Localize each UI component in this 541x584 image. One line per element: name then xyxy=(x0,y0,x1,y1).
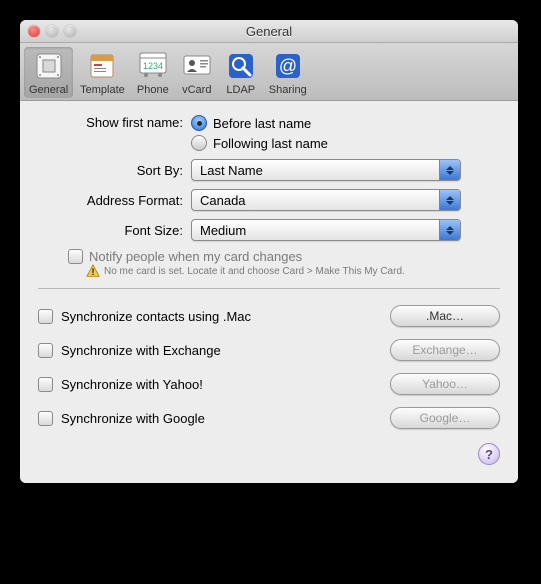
font-size-select[interactable]: Medium xyxy=(191,219,461,241)
sharing-icon: @ xyxy=(272,50,304,82)
general-icon xyxy=(33,50,65,82)
divider xyxy=(38,288,500,289)
first-name-label: Show first name: xyxy=(38,115,191,130)
tab-label: LDAP xyxy=(226,84,255,96)
sync-google-label: Synchronize with Google xyxy=(61,411,205,426)
phone-icon: 1234 xyxy=(137,50,169,82)
tab-label: General xyxy=(29,84,68,96)
tab-label: Phone xyxy=(137,84,169,96)
tab-label: Sharing xyxy=(269,84,307,96)
preferences-window: General General Template 1234 Phone vCar… xyxy=(20,20,518,483)
minimize-icon[interactable] xyxy=(46,25,58,37)
font-size-label: Font Size: xyxy=(38,223,191,238)
select-value: Canada xyxy=(200,193,246,208)
toolbar: General Template 1234 Phone vCard LDAP xyxy=(20,43,518,101)
sync-mac-label: Synchronize contacts using .Mac xyxy=(61,309,251,324)
sync-exchange-checkbox[interactable] xyxy=(38,343,53,358)
titlebar[interactable]: General xyxy=(20,20,518,43)
ldap-icon xyxy=(225,50,257,82)
tab-general[interactable]: General xyxy=(24,47,73,98)
radio-label: Following last name xyxy=(213,136,328,151)
exchange-button[interactable]: Exchange… xyxy=(390,339,500,361)
tab-ldap[interactable]: LDAP xyxy=(220,47,262,98)
zoom-icon[interactable] xyxy=(64,25,76,37)
address-format-label: Address Format: xyxy=(38,193,191,208)
sync-exchange-label: Synchronize with Exchange xyxy=(61,343,221,358)
select-value: Last Name xyxy=(200,163,263,178)
window-title: General xyxy=(20,24,518,39)
content-pane: Show first name: Before last name Follow… xyxy=(20,101,518,483)
address-format-select[interactable]: Canada xyxy=(191,189,461,211)
vcard-icon xyxy=(181,50,213,82)
radio-label: Before last name xyxy=(213,116,311,131)
tab-sharing[interactable]: @ Sharing xyxy=(264,47,312,98)
svg-text:@: @ xyxy=(279,56,297,76)
tab-label: vCard xyxy=(182,84,211,96)
tab-template[interactable]: Template xyxy=(75,47,130,98)
sync-google-checkbox[interactable] xyxy=(38,411,53,426)
help-button[interactable]: ? xyxy=(478,443,500,465)
notify-checkbox[interactable] xyxy=(68,249,83,264)
chevron-updown-icon xyxy=(439,190,460,210)
svg-text:1234: 1234 xyxy=(143,61,163,71)
close-icon[interactable] xyxy=(28,25,40,37)
sort-by-select[interactable]: Last Name xyxy=(191,159,461,181)
tab-phone[interactable]: 1234 Phone xyxy=(132,47,174,98)
mac-button[interactable]: .Mac… xyxy=(390,305,500,327)
yahoo-button[interactable]: Yahoo… xyxy=(390,373,500,395)
radio-before-last-name[interactable] xyxy=(191,115,207,131)
template-icon xyxy=(86,50,118,82)
chevron-updown-icon xyxy=(439,220,460,240)
sort-by-label: Sort By: xyxy=(38,163,191,178)
warning-icon xyxy=(86,264,100,278)
chevron-updown-icon xyxy=(439,160,460,180)
tab-vcard[interactable]: vCard xyxy=(176,47,218,98)
select-value: Medium xyxy=(200,223,246,238)
google-button[interactable]: Google… xyxy=(390,407,500,429)
traffic-lights xyxy=(28,25,76,37)
notify-hint: No me card is set. Locate it and choose … xyxy=(104,266,405,277)
notify-label: Notify people when my card changes xyxy=(89,249,302,264)
sync-yahoo-label: Synchronize with Yahoo! xyxy=(61,377,203,392)
tab-label: Template xyxy=(80,84,125,96)
sync-yahoo-checkbox[interactable] xyxy=(38,377,53,392)
radio-following-last-name[interactable] xyxy=(191,135,207,151)
sync-mac-checkbox[interactable] xyxy=(38,309,53,324)
